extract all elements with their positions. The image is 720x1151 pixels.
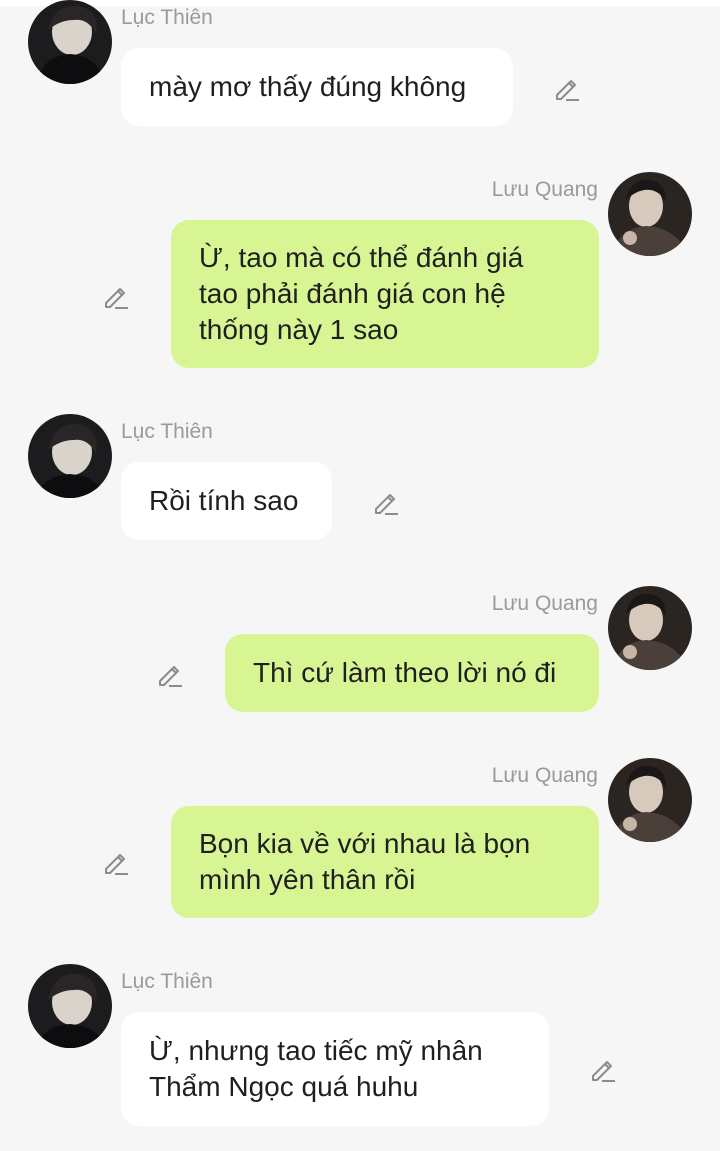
message-text-line: thống này 1 sao: [199, 314, 399, 345]
sender-name: Lục Thiên: [121, 970, 213, 993]
sender-name: Lục Thiên: [121, 420, 213, 443]
avatar-luc-thien[interactable]: [28, 0, 112, 84]
chat-area[interactable]: [0, 6, 720, 1151]
message-bubble[interactable]: mày mơ thấy đúng không: [121, 48, 513, 126]
avatar-luc-thien[interactable]: [28, 964, 112, 1048]
message-text-line: Ừ, tao mà có thể đánh giá: [199, 242, 524, 273]
message-bubble[interactable]: Thì cứ làm theo lời nó đi: [225, 634, 599, 712]
message-bubble[interactable]: Rồi tính sao: [121, 462, 332, 540]
edit-pencil-icon[interactable]: [371, 487, 401, 517]
sender-name: Lục Thiên: [121, 6, 213, 29]
avatar-luu-quang[interactable]: [608, 172, 692, 256]
edit-pencil-icon[interactable]: [101, 847, 131, 877]
edit-pencil-icon[interactable]: [101, 281, 131, 311]
avatar-luu-quang[interactable]: [608, 758, 692, 842]
sender-name: Lưu Quang: [491, 178, 598, 201]
message-text-line: Ừ, nhưng tao tiếc mỹ nhân: [149, 1035, 483, 1066]
message-text-line: mình yên thân rồi: [199, 864, 416, 895]
message-bubble[interactable]: Ừ, nhưng tao tiếc mỹ nhân Thẩm Ngọc quá …: [121, 1012, 549, 1126]
sender-name: Lưu Quang: [491, 592, 598, 615]
edit-pencil-icon[interactable]: [155, 659, 185, 689]
message-text-line: tao phải đánh giá con hệ: [199, 278, 506, 309]
message-text-line: Bọn kia về với nhau là bọn: [199, 828, 531, 859]
message-text-line: Thẩm Ngọc quá huhu: [149, 1071, 419, 1102]
message-text: mày mơ thấy đúng không: [149, 71, 467, 102]
avatar-luc-thien[interactable]: [28, 414, 112, 498]
message-bubble[interactable]: Bọn kia về với nhau là bọn mình yên thân…: [171, 806, 599, 918]
avatar-luu-quang[interactable]: [608, 586, 692, 670]
edit-pencil-icon[interactable]: [552, 73, 582, 103]
edit-pencil-icon[interactable]: [588, 1054, 618, 1084]
sender-name: Lưu Quang: [491, 764, 598, 787]
message-text: Thì cứ làm theo lời nó đi: [253, 657, 557, 688]
message-text: Rồi tính sao: [149, 485, 299, 516]
message-bubble[interactable]: Ừ, tao mà có thể đánh giá tao phải đánh …: [171, 220, 599, 368]
